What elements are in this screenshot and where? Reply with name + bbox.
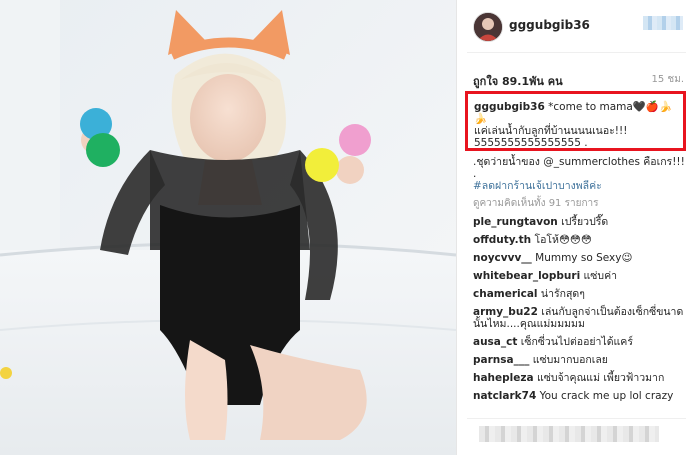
hashtag-link[interactable]: #ลดฝากร้านเจ้เปาบางพลีค่ะ bbox=[473, 180, 602, 192]
list-item: parnsa___ แซ่บมากบอกเลย bbox=[473, 354, 689, 366]
comment-text: You crack me up lol crazy bbox=[539, 390, 674, 402]
comment-username[interactable]: haheplеza bbox=[473, 372, 534, 384]
comment-username[interactable]: natclark74 bbox=[473, 390, 536, 402]
comment-text: แซ่บมากบอกเลย bbox=[532, 354, 608, 366]
list-item: .ชุดว่ายน้ำของ @_summerclothes คือเกร!!!… bbox=[473, 156, 689, 192]
list-item: whitebear_lopburi แซ่บค่า bbox=[473, 270, 689, 282]
avatar-image bbox=[474, 13, 502, 41]
list-item: haheplеza แซ่บจ้าคุณแม่ เพี้ยวฟ้าวมาก bbox=[473, 372, 689, 384]
list-item: ausa_ct เซ็กซี่วนไปต่ออย่าได้แคร์ bbox=[473, 336, 689, 348]
follow-button-blurred[interactable] bbox=[643, 16, 683, 30]
post-caption: gggubgib36 *come to mama🖤🍎🍌🍌 แค่เล่นน้ำก… bbox=[474, 101, 680, 149]
post-username[interactable]: gggubgib36 bbox=[509, 18, 590, 32]
post-photo[interactable] bbox=[0, 0, 456, 455]
post-image bbox=[0, 0, 456, 455]
comment-username[interactable]: ausa_ct bbox=[473, 336, 517, 348]
comment-text: โอโห้😳😳😳 bbox=[534, 234, 592, 246]
comment-text: เซ็กซี่วนไปต่ออย่าได้แคร์ bbox=[520, 336, 633, 348]
avatar[interactable] bbox=[473, 12, 503, 42]
comment-text: .ชุดว่ายน้ำของ @_summerclothes คือเกร!!!… bbox=[473, 156, 685, 180]
list-item: noycvvv__ Mummy so Sexy😉 bbox=[473, 252, 689, 264]
comments-list: .ชุดว่ายน้ำของ @_summerclothes คือเกร!!!… bbox=[473, 156, 689, 408]
comment-text: แซ่บค่า bbox=[583, 270, 617, 282]
comment-username[interactable]: ple_rungtavon bbox=[473, 216, 558, 228]
comment-username[interactable]: parnsa___ bbox=[473, 354, 529, 366]
comment-text: น่ารักสุดๆ bbox=[540, 288, 585, 300]
post-sidebar: gggubgib36 ถูกใจ 89.1พัน คน 15 ชม. gggub… bbox=[456, 0, 696, 455]
post-header: gggubgib36 bbox=[457, 0, 696, 52]
view-all-comments-link[interactable]: ดูความคิดเห็นทั้ง 91 รายการ bbox=[473, 198, 689, 210]
list-item: offduty.th โอโห้😳😳😳 bbox=[473, 234, 689, 246]
comment-username[interactable]: chamerical bbox=[473, 288, 538, 300]
divider bbox=[467, 418, 686, 419]
comment-text: แซ่บจ้าคุณแม่ เพี้ยวฟ้าวมาก bbox=[536, 372, 665, 384]
comment-username[interactable]: offduty.th bbox=[473, 234, 531, 246]
actions-bar-blurred bbox=[479, 426, 659, 442]
list-item: ple_rungtavon เปรี้ยวปรี๊ด bbox=[473, 216, 689, 228]
list-item: natclark74 You crack me up lol crazy bbox=[473, 390, 689, 402]
likes-count[interactable]: ถูกใจ 89.1พัน คน bbox=[473, 72, 563, 90]
list-item: chamerical น่ารักสุดๆ bbox=[473, 288, 689, 300]
comment-text: เปรี้ยวปรี๊ด bbox=[561, 216, 609, 228]
list-item: army_bu22 เล่นกับลูกจ่าเป็นต้องเซ็กซี่ขน… bbox=[473, 306, 689, 330]
divider bbox=[467, 52, 686, 53]
comment-username[interactable]: army_bu22 bbox=[473, 306, 538, 318]
post-time[interactable]: 15 ชม. bbox=[652, 72, 684, 87]
comment-username[interactable]: whitebear_lopburi bbox=[473, 270, 580, 282]
comment-text: Mummy so Sexy😉 bbox=[535, 252, 633, 264]
caption-text-line2: แค่เล่นน้ำกับลูกที่บ้านนนนเนอะ!!! bbox=[474, 125, 628, 137]
caption-text-line3: 5555555555555555 . bbox=[474, 137, 588, 149]
caption-username[interactable]: gggubgib36 bbox=[474, 101, 545, 113]
comment-username[interactable]: noycvvv__ bbox=[473, 252, 532, 264]
